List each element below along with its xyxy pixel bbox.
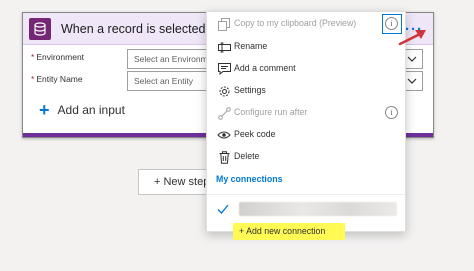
- menu-item-configure-run-after[interactable]: Configure run after i: [207, 102, 405, 124]
- info-icon[interactable]: i: [385, 106, 398, 119]
- entity-name-select[interactable]: Select an Entity: [127, 71, 212, 91]
- menu-item-rename-label: Rename: [234, 41, 268, 51]
- menu-item-peek-code[interactable]: Peek code: [207, 124, 405, 146]
- menu-item-settings-label: Settings: [234, 85, 266, 95]
- rename-icon: [217, 40, 231, 54]
- menu-item-rename[interactable]: Rename: [207, 36, 405, 58]
- menu-item-add-comment-label: Add a comment: [234, 63, 296, 73]
- connection-item[interactable]: [207, 199, 405, 219]
- menu-item-peek-code-label: Peek code: [234, 129, 276, 139]
- plus-icon: +: [39, 100, 50, 120]
- run-after-icon: [217, 106, 231, 120]
- environment-select[interactable]: Select an Environme: [127, 49, 212, 69]
- entity-name-label: * Entity Name: [31, 74, 83, 84]
- redacted-connection-name: [239, 202, 397, 216]
- comment-icon: [217, 62, 231, 76]
- canvas-background: [0, 0, 474, 10]
- menu-item-copy-label: Copy to my clipboard (Preview): [234, 18, 357, 28]
- eye-icon: [217, 128, 231, 142]
- trash-icon: [217, 150, 231, 164]
- menu-divider: [207, 194, 405, 195]
- card-title: When a record is selected: [61, 22, 206, 36]
- menu-item-delete[interactable]: Delete: [207, 146, 405, 168]
- checkmark-icon: [217, 202, 229, 214]
- menu-item-configure-run-after-label: Configure run after: [234, 107, 308, 117]
- my-connections-heading: My connections: [216, 174, 283, 184]
- action-menu: Copy to my clipboard (Preview) i Rename …: [206, 11, 406, 240]
- menu-item-settings[interactable]: Settings: [207, 80, 405, 102]
- add-new-connection-button[interactable]: + Add new connection: [233, 223, 345, 240]
- database-icon: [29, 18, 51, 40]
- menu-item-copy[interactable]: Copy to my clipboard (Preview) i: [207, 13, 405, 35]
- menu-item-delete-label: Delete: [234, 151, 260, 161]
- environment-label: * Environment: [31, 52, 85, 62]
- gear-icon: [217, 84, 231, 98]
- add-input-button[interactable]: + Add an input: [39, 100, 125, 120]
- info-icon[interactable]: i: [385, 17, 398, 30]
- add-input-label: Add an input: [57, 103, 125, 117]
- annotation-arrow: [398, 30, 426, 46]
- menu-item-add-comment[interactable]: Add a comment: [207, 58, 405, 80]
- copy-icon: [217, 17, 231, 31]
